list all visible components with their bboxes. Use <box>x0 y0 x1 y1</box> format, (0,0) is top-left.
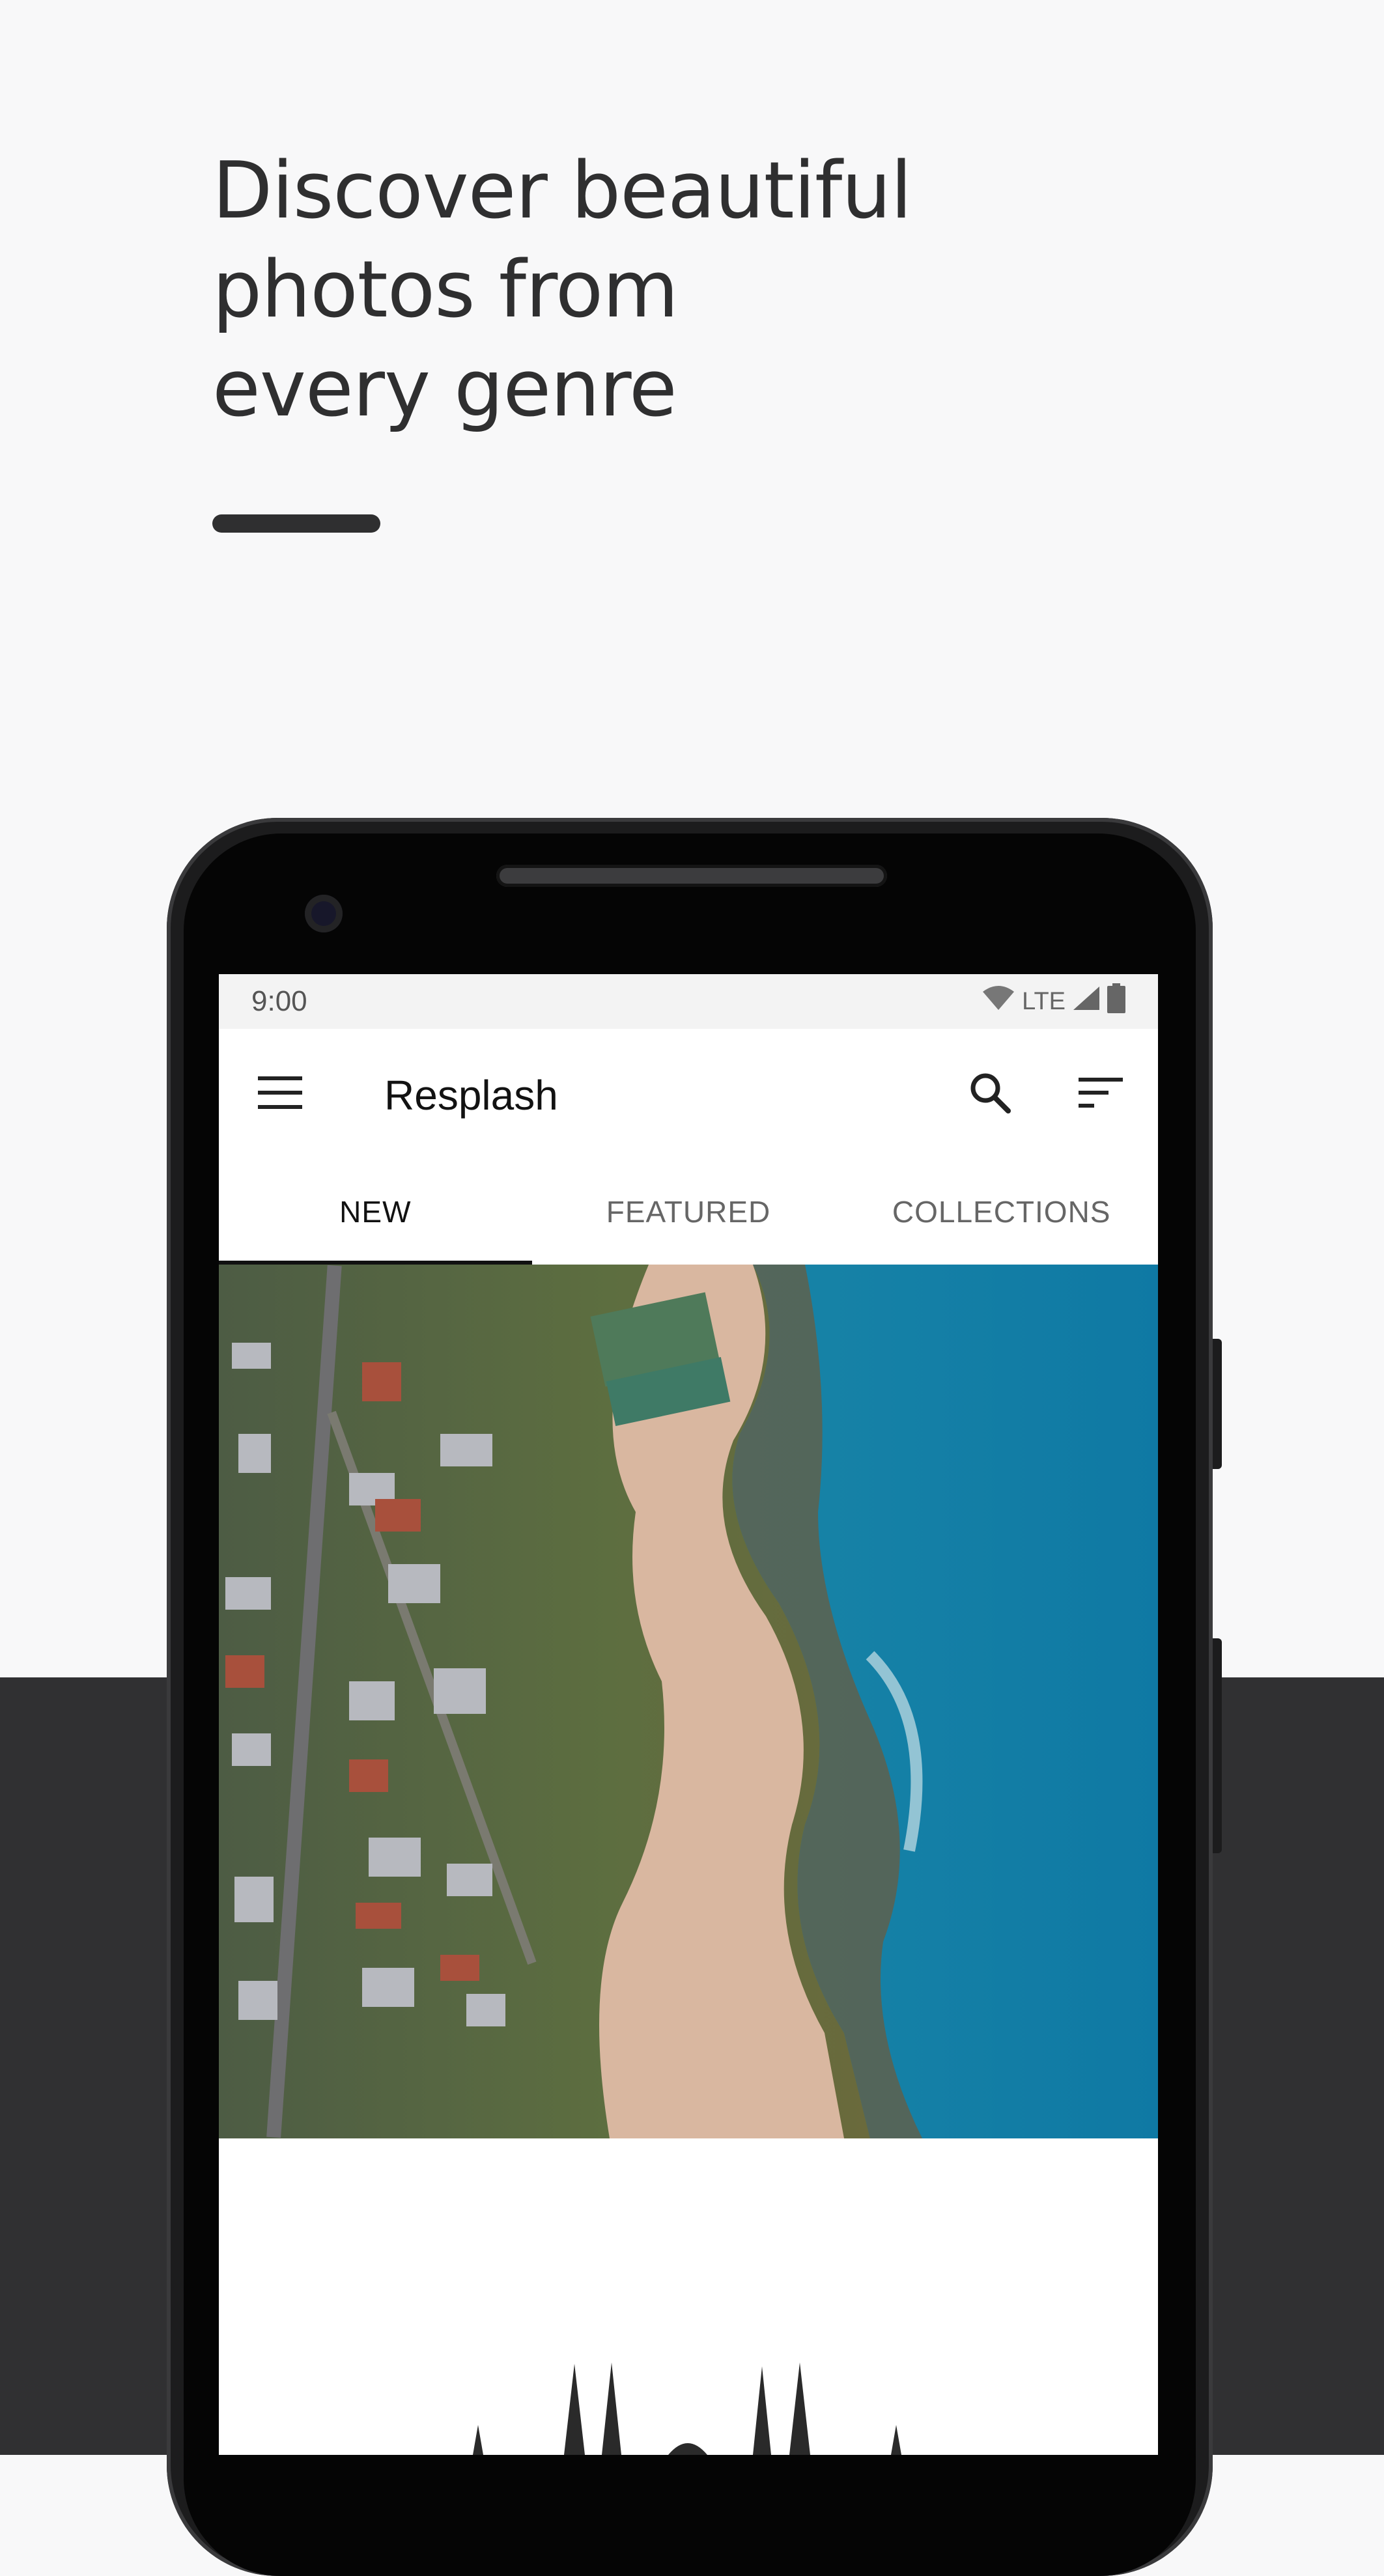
tab-featured[interactable]: FEATURED <box>532 1159 845 1265</box>
tab-collections[interactable]: COLLECTIONS <box>845 1159 1158 1265</box>
status-bar: 9:00 LTE <box>219 974 1158 1029</box>
menu-icon <box>258 1076 302 1112</box>
menu-button[interactable] <box>247 1061 313 1127</box>
front-camera <box>305 895 343 932</box>
headline-line-2: photos from <box>212 245 679 335</box>
photo-card-aerial-coast[interactable] <box>219 1265 1158 2138</box>
tab-new[interactable]: NEW <box>219 1159 532 1265</box>
status-time: 9:00 <box>251 985 307 1017</box>
app-bar: Resplash <box>219 1029 1158 1159</box>
search-button[interactable] <box>957 1061 1023 1127</box>
sort-icon <box>1079 1077 1123 1111</box>
wifi-icon <box>982 985 1015 1018</box>
headline-accent-bar <box>212 514 380 533</box>
aerial-coast-image <box>219 1265 1158 2138</box>
phone-side-button-power <box>1213 1339 1222 1469</box>
photo-card-cathedral[interactable] <box>219 2138 1158 2455</box>
tab-bar: NEW FEATURED COLLECTIONS <box>219 1159 1158 1265</box>
headline-line-1: Discover beautiful <box>212 146 912 236</box>
search-icon <box>969 1072 1011 1117</box>
phone-side-button-volume <box>1213 1638 1222 1853</box>
sort-button[interactable] <box>1068 1061 1133 1127</box>
network-type: LTE <box>1022 987 1066 1015</box>
phone-screen: 9:00 LTE Resplash NEW FEATURED COLLECTIO… <box>219 974 1158 2455</box>
signal-icon <box>1072 985 1101 1018</box>
app-title: Resplash <box>384 1072 558 1119</box>
headline-line-3: every genre <box>212 344 677 434</box>
battery-icon <box>1107 983 1125 1020</box>
earpiece-speaker <box>496 865 887 887</box>
status-indicators: LTE <box>982 983 1125 1020</box>
headline: Discover beautiful photos from every gen… <box>212 142 1124 439</box>
cathedral-image <box>473 2362 901 2455</box>
